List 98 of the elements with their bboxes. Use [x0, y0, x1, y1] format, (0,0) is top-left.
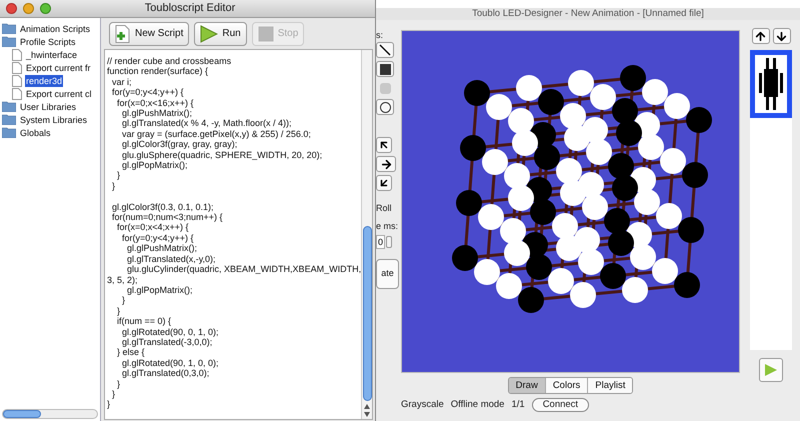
tree-item[interactable]: Export current cl: [25, 88, 93, 100]
mode-label: Grayscale: [401, 398, 444, 412]
up-arrow-icon: [754, 30, 767, 42]
zoom-icon[interactable]: [40, 3, 51, 14]
toolbar-button[interactable]: New Script: [109, 22, 190, 46]
code-line: // render cube and crossbeams: [107, 56, 232, 66]
line-tool-button[interactable]: [376, 42, 394, 58]
code-line: glu.gluCylinder(quadric, XBEAM_WIDTH,XBEAM_WIDTH,: [126, 264, 361, 275]
code-line: gl.glColor3f(0.3, 0.1, 0.1);: [111, 202, 214, 212]
tree-item[interactable]: render3d: [25, 74, 64, 86]
code-line: for(num=0;num<3;num++) {: [111, 212, 223, 222]
code-line: for(x=0;x<4;x++) {: [116, 222, 189, 233]
horizontal-scrollbar[interactable]: [2, 409, 98, 419]
code-line: gl.glTranslated(-3,0,0);: [121, 336, 212, 348]
circle-tool-button[interactable]: [376, 99, 394, 115]
code-line: 3, 5, 2);: [107, 274, 138, 285]
folder-icon: [2, 127, 16, 138]
code-line: var i;: [111, 76, 132, 88]
new-document-icon: [115, 24, 131, 42]
right-arrow-button[interactable]: [376, 156, 396, 172]
right-arrow-icon: [380, 158, 392, 170]
connection-label: Offline mode: [450, 398, 504, 412]
tree-item[interactable]: Profile Scripts: [19, 36, 77, 48]
folder-icon: [2, 101, 16, 112]
document-icon: [12, 62, 22, 74]
code-line: gl.glRotated(90, 1, 0, 0);: [121, 358, 219, 368]
tree-item[interactable]: Export current fr: [25, 62, 92, 74]
folder-icon: [2, 23, 16, 34]
folder-icon: [2, 114, 16, 125]
stop-icon: [258, 26, 274, 42]
code-line: var gray = (surface.getPixel(x,y) & 255) / 256.0;: [121, 128, 311, 140]
scroll-up-icon[interactable]: [364, 404, 370, 409]
connect-button[interactable]: Connect: [532, 398, 590, 412]
tree-item[interactable]: Animation Scripts: [19, 22, 92, 34]
code-line: gl.glTranslated(0,3,0);: [121, 368, 210, 379]
document-icon: [12, 74, 22, 86]
scrollbar-thumb[interactable]: [362, 226, 372, 401]
code-line: glu.gluSphere(quadric, SPHERE_WIDTH, 20, 20);: [121, 150, 322, 160]
code-line: function render(surface) {: [107, 66, 208, 77]
code-line: }: [111, 180, 116, 192]
panel-label: Roll: [376, 203, 392, 213]
down-left-arrow-button[interactable]: [376, 175, 392, 191]
panel-label: e ms:: [376, 221, 398, 231]
code-line: }: [116, 170, 120, 181]
play-icon: [764, 363, 778, 377]
code-line: gl.glTranslated(x % 4, -y, Math.floor(x / 4));: [121, 118, 292, 129]
code-line: gl.glColor3f(gray, gray, gray);: [121, 139, 238, 150]
down-arrow-icon: [775, 30, 788, 42]
tree-item[interactable]: System Libraries: [19, 114, 88, 126]
code-line: gl.glPopMatrix();: [121, 160, 188, 170]
tab[interactable]: Colors: [546, 378, 588, 393]
up-left-arrow-icon: [378, 139, 390, 151]
code-line: }: [107, 399, 110, 410]
code-line: for(x=0;x<16;x++) {: [116, 98, 194, 108]
tab[interactable]: Draw: [508, 378, 546, 393]
folder-icon: [2, 36, 16, 47]
scroll-down-icon[interactable]: [364, 412, 370, 417]
toolbar-button[interactable]: Run: [194, 22, 247, 46]
code-line: gl.glPopMatrix();: [126, 284, 193, 296]
code-line: }: [116, 306, 120, 316]
frame-preview-drawing: [755, 55, 787, 113]
frame-counter: 1/1: [511, 398, 525, 412]
move-down-button[interactable]: [772, 28, 790, 44]
document-icon: [12, 88, 22, 100]
code-line: } else {: [116, 347, 145, 358]
tree-item[interactable]: _hwinterface: [25, 48, 78, 60]
frame-list[interactable]: [750, 50, 792, 350]
code-line: for(y=0;y<4;y++) {: [111, 87, 184, 98]
move-up-button[interactable]: [752, 28, 770, 44]
up-left-arrow-button[interactable]: [376, 137, 392, 153]
code-line: }: [121, 295, 126, 306]
frame-thumbnail[interactable]: [750, 50, 792, 118]
tree-item[interactable]: Globals: [19, 126, 52, 138]
code-line: }: [111, 388, 116, 400]
tab[interactable]: Playlist: [588, 378, 632, 393]
code-line: gl.glTranslated(x,-y,0);: [126, 254, 216, 264]
square-tool-button[interactable]: [376, 61, 394, 77]
minimize-icon[interactable]: [23, 3, 34, 14]
window-title: Toubloscript Editor: [144, 1, 236, 16]
code-line: gl.glPushMatrix();: [126, 243, 198, 254]
play-icon: [200, 24, 218, 42]
code-editor[interactable]: [104, 49, 373, 420]
play-button[interactable]: [759, 358, 783, 382]
code-line: for(y=0;y<4;y++) {: [121, 232, 194, 244]
code-line: }: [116, 378, 120, 389]
code-line: gl.glPushMatrix();: [121, 108, 192, 118]
code-line: if(num == 0) {: [116, 316, 172, 327]
vertical-scrollbar[interactable]: [361, 50, 372, 419]
spinner-field[interactable]: 0: [376, 235, 386, 249]
panel-label: s:: [376, 30, 384, 40]
close-icon[interactable]: [6, 3, 17, 14]
document-icon: [12, 48, 22, 60]
scrollbar-thumb[interactable]: [3, 410, 41, 418]
down-left-arrow-icon: [378, 177, 390, 189]
side-button[interactable]: ate: [376, 259, 399, 289]
code-line: gl.glRotated(90, 0, 1, 0);: [121, 326, 219, 337]
tree-item[interactable]: User Libraries: [19, 100, 78, 112]
window-title: Toublo LED-Designer - New Animation - [Unnamed file]: [472, 8, 704, 20]
